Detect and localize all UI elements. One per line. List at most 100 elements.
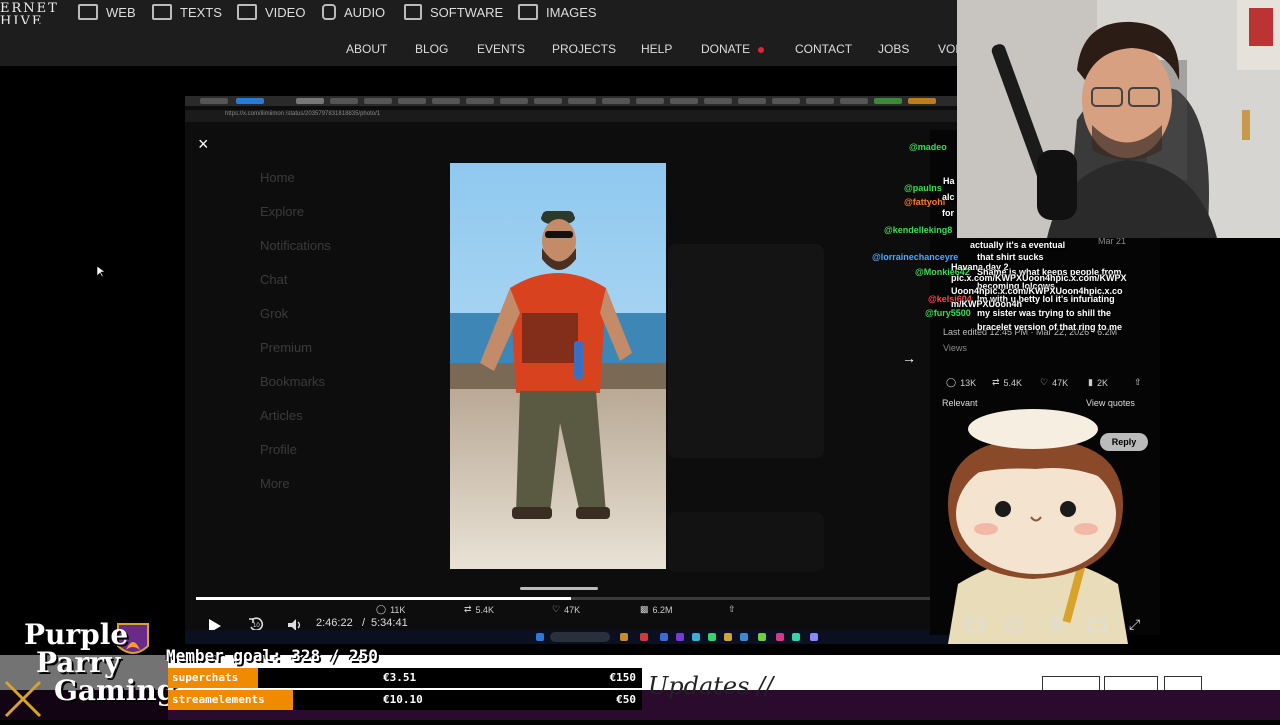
browser-tab[interactable]	[908, 98, 936, 104]
nav-audio[interactable]: AUDIO	[322, 3, 385, 21]
banner-tab[interactable]	[1164, 676, 1202, 690]
browser-tab[interactable]	[330, 98, 358, 104]
reposts-stat[interactable]: ⇄ 5.4K	[464, 604, 494, 615]
taskbar-app-icon[interactable]	[776, 633, 784, 641]
subnav-jobs[interactable]: JOBS	[878, 42, 909, 56]
views-stat[interactable]: ▩ 6.2M	[640, 604, 673, 615]
web-icon	[78, 4, 98, 20]
next-media-arrow-icon[interactable]: →	[902, 350, 916, 366]
pip-icon[interactable]	[1088, 619, 1106, 632]
browser-tab[interactable]	[636, 98, 664, 104]
panel-reposts[interactable]: ⇄ 5.4K	[992, 377, 1022, 388]
start-icon[interactable]	[536, 633, 544, 641]
browser-tab[interactable]	[670, 98, 698, 104]
airplay-icon[interactable]	[966, 618, 984, 632]
nav-web[interactable]: WEB	[78, 3, 136, 21]
panel-bookmarks[interactable]: ▮ 2K	[1088, 377, 1108, 388]
taskbar-app-icon[interactable]	[692, 633, 700, 641]
taskbar-app-icon[interactable]	[708, 633, 716, 641]
contrast-icon[interactable]	[1006, 617, 1022, 633]
browser-tab[interactable]	[840, 98, 868, 104]
taskbar-app-icon[interactable]	[620, 633, 628, 641]
browser-tab[interactable]	[738, 98, 766, 104]
chat-message: for	[942, 208, 954, 218]
twitter-nav-bookmarks[interactable]: Bookmarks	[260, 374, 400, 408]
twitter-nav-explore[interactable]: Explore	[260, 204, 400, 238]
browser-tab[interactable]	[296, 98, 324, 104]
taskbar-app-icon[interactable]	[740, 633, 748, 641]
twitter-nav-premium[interactable]: Premium	[260, 340, 400, 374]
chat-user: @fury5500	[925, 308, 971, 318]
subnav-projects[interactable]: PROJECTS	[552, 42, 616, 56]
twitter-nav-more[interactable]: More	[260, 476, 400, 510]
video-frame[interactable]	[450, 163, 666, 569]
browser-tab[interactable]	[500, 98, 528, 104]
nav-web-label: WEB	[106, 4, 136, 20]
webcam-feed	[957, 0, 1280, 238]
address-bar-url[interactable]: https://x.com/ilimiimon /status/20357978…	[225, 111, 380, 117]
chat-user: @fattyohi	[904, 197, 946, 207]
subnav-help[interactable]: HELP	[641, 42, 672, 56]
current-time: 2:46:22	[316, 617, 353, 629]
browser-tab[interactable]	[398, 98, 426, 104]
twitter-nav-home[interactable]: Home	[260, 170, 400, 204]
video-scrub-handle[interactable]	[520, 587, 598, 590]
browser-tab[interactable]	[364, 98, 392, 104]
goal-target: €150	[609, 671, 637, 684]
browser-tab[interactable]	[200, 98, 228, 104]
taskbar-search[interactable]	[550, 632, 610, 642]
share-button[interactable]: ⇧	[728, 604, 736, 615]
banner-tab[interactable]	[1104, 676, 1158, 690]
mouse-cursor-icon	[97, 266, 105, 278]
browser-tab[interactable]	[806, 98, 834, 104]
background-media-card	[668, 512, 824, 572]
fullscreen-icon[interactable]: ⤢	[1129, 616, 1140, 633]
settings-gear-icon[interactable]: ⚙	[1047, 614, 1063, 635]
reply-icon: ◯	[946, 377, 957, 387]
browser-tab[interactable]	[568, 98, 596, 104]
taskbar-app-icon[interactable]	[640, 633, 648, 641]
browser-tab[interactable]	[466, 98, 494, 104]
browser-tab[interactable]	[772, 98, 800, 104]
subnav-events[interactable]: EVENTS	[477, 42, 525, 56]
subnav-donate[interactable]: DONATE	[701, 42, 765, 56]
video-still-image	[450, 163, 666, 569]
taskbar-app-icon[interactable]	[758, 633, 766, 641]
twitter-nav-notifications[interactable]: Notifications	[260, 238, 400, 272]
likes-stat[interactable]: ♡ 47K	[552, 604, 580, 615]
twitter-nav-articles[interactable]: Articles	[260, 408, 400, 442]
image-icon	[518, 4, 538, 20]
taskbar-app-icon[interactable]	[660, 633, 668, 641]
browser-tab[interactable]	[874, 98, 902, 104]
browser-tab[interactable]	[704, 98, 732, 104]
subnav-contact[interactable]: CONTACT	[795, 42, 852, 56]
panel-likes[interactable]: ♡ 47K	[1040, 377, 1068, 388]
webcam-image	[957, 0, 1280, 238]
browser-tab[interactable]	[432, 98, 460, 104]
taskbar-app-icon[interactable]	[724, 633, 732, 641]
nav-images[interactable]: IMAGES	[518, 3, 597, 21]
subnav-about[interactable]: ABOUT	[346, 42, 387, 56]
twitter-nav-chat[interactable]: Chat	[260, 272, 400, 306]
panel-replies-count: 13K	[960, 377, 977, 388]
subnav-blog[interactable]: BLOG	[415, 42, 448, 56]
nav-software[interactable]: SOFTWARE	[404, 3, 503, 21]
panel-replies[interactable]: ◯ 13K	[946, 377, 976, 388]
twitter-nav-grok[interactable]: Grok	[260, 306, 400, 340]
taskbar-app-icon[interactable]	[810, 633, 818, 641]
replies-stat[interactable]: ◯ 11K	[376, 604, 405, 615]
views-bar-icon: ▩	[640, 604, 649, 614]
heart-icon	[758, 46, 765, 53]
browser-tab-active[interactable]	[236, 98, 264, 104]
book-icon	[152, 4, 172, 20]
browser-tab[interactable]	[602, 98, 630, 104]
close-media-button[interactable]: ×	[198, 134, 209, 155]
browser-tab[interactable]	[534, 98, 562, 104]
panel-share[interactable]: ⇧	[1134, 377, 1142, 388]
nav-texts[interactable]: TEXTS	[152, 3, 222, 21]
nav-video[interactable]: VIDEO	[237, 3, 305, 21]
taskbar-app-icon[interactable]	[676, 633, 684, 641]
banner-tab[interactable]	[1042, 676, 1100, 690]
twitter-nav-profile[interactable]: Profile	[260, 442, 400, 476]
taskbar-app-icon[interactable]	[792, 633, 800, 641]
